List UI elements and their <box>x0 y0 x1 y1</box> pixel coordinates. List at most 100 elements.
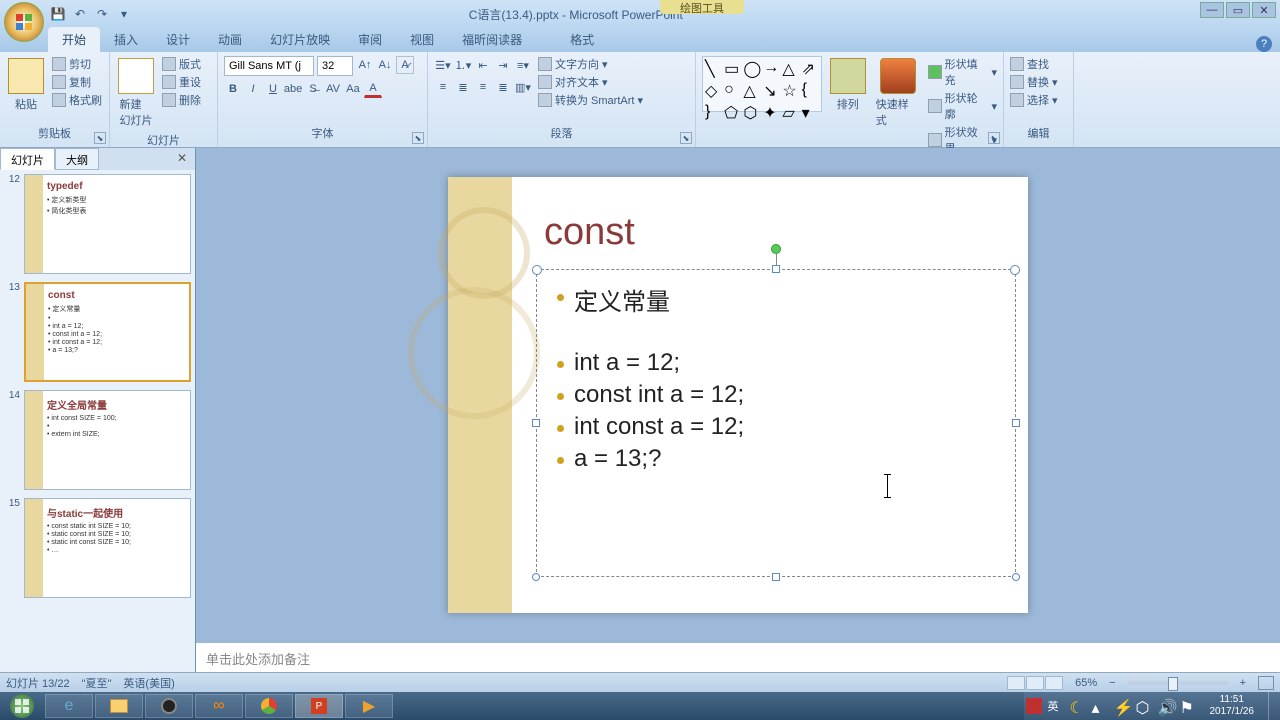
align-right-button[interactable]: ≡ <box>474 78 492 96</box>
tab-home[interactable]: 开始 <box>48 27 100 52</box>
slide-thumbnail[interactable]: typedef • 定义新类型• 简化类型表 <box>24 174 191 274</box>
shape-arrow-icon[interactable]: → <box>763 59 780 79</box>
resize-handle-br[interactable] <box>1012 573 1020 581</box>
taskbar-ie[interactable]: e <box>45 694 93 718</box>
bullets-button[interactable]: ☰▾ <box>434 56 452 74</box>
shape-rect-icon[interactable]: ▭ <box>724 59 741 79</box>
thumbnails-list[interactable]: 12 typedef • 定义新类型• 简化类型表 13 const • 定义常… <box>0 170 195 672</box>
italic-button[interactable]: I <box>244 80 262 98</box>
resize-handle-bl[interactable] <box>532 573 540 581</box>
paste-button[interactable]: 粘贴 <box>6 56 46 114</box>
taskbar-mediaplayer[interactable]: ▶ <box>345 694 393 718</box>
status-language[interactable]: 英语(美国) <box>123 675 174 691</box>
paragraph-launcher[interactable]: ⬊ <box>680 132 692 144</box>
redo-icon[interactable]: ↷ <box>94 6 110 22</box>
zoom-in-button[interactable]: + <box>1240 677 1246 689</box>
shadow-button[interactable]: abe <box>284 80 302 98</box>
slide-thumbnail[interactable]: const • 定义常量• • int a = 12;• const int a… <box>24 282 191 382</box>
arrange-button[interactable]: 排列 <box>828 56 868 114</box>
taskbar-clock[interactable]: 11:512017/1/26 <box>1202 694 1263 718</box>
taskbar-explorer[interactable] <box>95 694 143 718</box>
tray-network-icon[interactable]: ⬡ <box>1136 698 1152 714</box>
tab-insert[interactable]: 插入 <box>100 27 152 52</box>
bold-button[interactable]: B <box>224 80 242 98</box>
tab-review[interactable]: 审阅 <box>344 27 396 52</box>
find-button[interactable]: 查找 <box>1010 56 1058 72</box>
line-spacing-button[interactable]: ≡▾ <box>514 56 532 74</box>
tray-ime-icon[interactable]: 英 <box>1048 698 1064 714</box>
tab-foxit[interactable]: 福昕阅读器 <box>448 27 536 52</box>
tray-battery-icon[interactable]: ⚡ <box>1114 698 1130 714</box>
start-button[interactable] <box>0 692 44 720</box>
slide-thumbnail[interactable]: 与static一起使用 • const static int SIZE = 10… <box>24 498 191 598</box>
normal-view-button[interactable] <box>1007 676 1025 690</box>
tab-animation[interactable]: 动画 <box>204 27 256 52</box>
office-button[interactable] <box>4 2 44 42</box>
qat-dropdown-icon[interactable]: ▾ <box>116 6 132 22</box>
panel-close-icon[interactable]: ✕ <box>177 151 191 165</box>
cut-button[interactable]: 剪切 <box>52 56 102 72</box>
resize-handle-mr[interactable] <box>1012 419 1020 427</box>
font-color-button[interactable]: A <box>364 80 382 98</box>
justify-button[interactable]: ≣ <box>494 78 512 96</box>
minimize-button[interactable]: — <box>1200 2 1224 18</box>
undo-icon[interactable]: ↶ <box>72 6 88 22</box>
delete-button[interactable]: 删除 <box>162 92 201 108</box>
increase-indent-button[interactable]: ⇥ <box>494 56 512 74</box>
smartart-button[interactable]: 转换为 SmartArt▾ <box>538 92 643 108</box>
shape-triangle-icon[interactable]: △ <box>782 59 799 79</box>
panel-tab-slides[interactable]: 幻灯片 <box>0 148 55 170</box>
quick-styles-button[interactable]: 快速样式 <box>874 56 922 130</box>
tab-design[interactable]: 设计 <box>152 27 204 52</box>
slideshow-view-button[interactable] <box>1045 676 1063 690</box>
bullet-item[interactable]: const int a = 12; <box>557 381 995 409</box>
clear-format-button[interactable]: A̷ <box>396 56 414 74</box>
select-button[interactable]: 选择▾ <box>1010 92 1058 108</box>
shape-line-icon[interactable]: ╲ <box>705 59 722 79</box>
shrink-font-button[interactable]: A↓ <box>376 56 394 74</box>
format-painter-button[interactable]: 格式刷 <box>52 92 102 108</box>
shape-outline-button[interactable]: 形状轮廓▾ <box>928 90 997 122</box>
replace-button[interactable]: 替换▾ <box>1010 74 1058 90</box>
notes-pane[interactable]: 单击此处添加备注 <box>196 642 1280 672</box>
columns-button[interactable]: ▥▾ <box>514 78 532 96</box>
taskbar-app1[interactable]: ∞ <box>195 694 243 718</box>
font-launcher[interactable]: ⬊ <box>412 132 424 144</box>
clipboard-launcher[interactable]: ⬊ <box>94 132 106 144</box>
new-slide-button[interactable]: 新建 幻灯片 <box>116 56 156 130</box>
sorter-view-button[interactable] <box>1026 676 1044 690</box>
save-icon[interactable]: 💾 <box>50 6 66 22</box>
align-text-button[interactable]: 对齐文本▾ <box>538 74 643 90</box>
resize-handle-bm[interactable] <box>772 573 780 581</box>
grow-font-button[interactable]: A↑ <box>356 56 374 74</box>
layout-button[interactable]: 版式 <box>162 56 201 72</box>
char-spacing-button[interactable]: AV <box>324 80 342 98</box>
tray-icon-1[interactable] <box>1026 698 1042 714</box>
tray-icon-2[interactable]: ☾ <box>1070 698 1086 714</box>
maximize-button[interactable]: ▭ <box>1226 2 1250 18</box>
content-textbox[interactable]: 定义常量int a = 12;const int a = 12;int cons… <box>536 269 1016 577</box>
bullet-item[interactable]: 定义常量 <box>557 282 995 317</box>
taskbar-powerpoint[interactable]: P <box>295 694 343 718</box>
slide-viewport[interactable]: const 定义常量int a = 12;const int a = 12;in… <box>196 148 1280 642</box>
zoom-slider[interactable] <box>1128 681 1228 685</box>
reset-button[interactable]: 重设 <box>162 74 201 90</box>
fit-window-button[interactable] <box>1258 676 1274 690</box>
shapes-gallery[interactable]: ╲▭◯→△⇗ ◇○△↘☆{ }⬠⬡✦▱▾ <box>702 56 822 112</box>
tray-flag-icon[interactable]: ⚑ <box>1180 698 1196 714</box>
tab-view[interactable]: 视图 <box>396 27 448 52</box>
resize-handle-tm[interactable] <box>772 265 780 273</box>
zoom-level[interactable]: 65% <box>1075 677 1097 689</box>
strike-button[interactable]: S̶ <box>304 80 322 98</box>
tab-format[interactable]: 格式 <box>556 27 608 52</box>
copy-button[interactable]: 复制 <box>52 74 102 90</box>
drawing-launcher[interactable]: ⬊ <box>988 132 1000 144</box>
resize-handle-ml[interactable] <box>532 419 540 427</box>
panel-tab-outline[interactable]: 大纲 <box>55 148 99 170</box>
tab-slideshow[interactable]: 幻灯片放映 <box>256 27 344 52</box>
close-button[interactable]: ✕ <box>1252 2 1276 18</box>
shape-oval-icon[interactable]: ◯ <box>743 59 761 79</box>
change-case-button[interactable]: Aa <box>344 80 362 98</box>
decrease-indent-button[interactable]: ⇤ <box>474 56 492 74</box>
zoom-out-button[interactable]: − <box>1109 677 1115 689</box>
